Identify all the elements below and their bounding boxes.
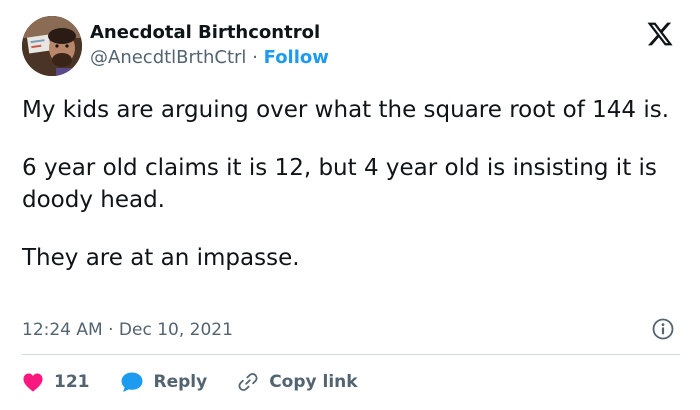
tweet-time: 12:24 AM: [22, 320, 103, 340]
meta-separator: ·: [108, 320, 114, 340]
info-icon[interactable]: [652, 318, 674, 340]
divider: [22, 354, 680, 355]
tweet-timestamp[interactable]: 12:24 AM · Dec 10, 2021: [22, 318, 233, 342]
tweet-paragraph: They are at an impasse.: [22, 245, 300, 271]
tweet-paragraph: 6 year old claims it is 12, but 4 year o…: [22, 155, 657, 213]
handle-separator: ·: [252, 47, 258, 68]
tweet-paragraph: My kids are arguing over what the square…: [22, 97, 670, 123]
copy-link-label: Copy link: [269, 372, 358, 392]
reply-label: Reply: [153, 372, 208, 392]
tweet-text: My kids are arguing over what the square…: [22, 94, 682, 274]
tweet-header: Anecdotal Birthcontrol @AnecdtlBrthCtrl …: [22, 14, 329, 78]
copy-link-button[interactable]: Copy link: [237, 371, 358, 393]
tweet-card: Anecdotal Birthcontrol @AnecdtlBrthCtrl …: [0, 0, 700, 410]
reply-bubble-icon: [121, 372, 142, 392]
like-button[interactable]: 121: [22, 372, 90, 392]
heart-icon: [23, 373, 43, 392]
user-handle[interactable]: @AnecdtlBrthCtrl: [90, 47, 246, 68]
action-bar: 121 Reply Copy link: [22, 366, 388, 398]
display-name[interactable]: Anecdotal Birthcontrol: [90, 21, 329, 45]
x-logo-icon[interactable]: [646, 20, 674, 48]
link-icon: [238, 373, 258, 391]
tweet-date: Dec 10, 2021: [118, 320, 233, 340]
like-count: 121: [54, 372, 90, 392]
follow-button[interactable]: Follow: [264, 47, 329, 68]
user-info: Anecdotal Birthcontrol @AnecdtlBrthCtrl …: [90, 21, 329, 71]
avatar[interactable]: [22, 16, 82, 76]
reply-button[interactable]: Reply: [120, 371, 208, 393]
handle-row: @AnecdtlBrthCtrl · Follow: [90, 45, 329, 71]
